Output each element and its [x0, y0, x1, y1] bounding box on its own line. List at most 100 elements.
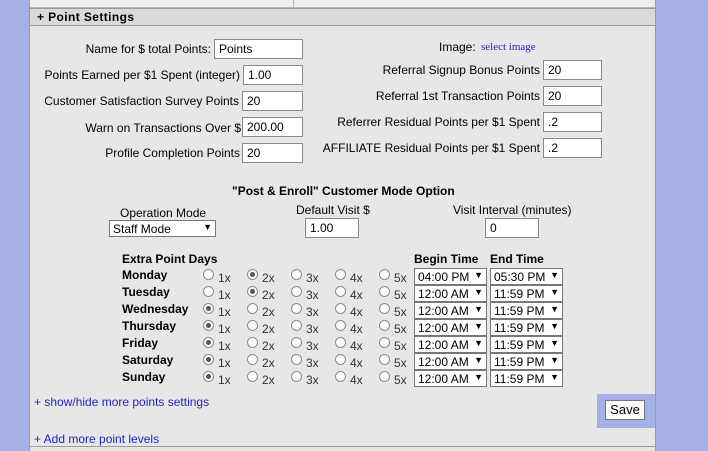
- end-time-value: 11:59 PM: [494, 287, 545, 301]
- affiliate-residual-input[interactable]: [543, 138, 602, 158]
- multiplier-radio[interactable]: [247, 354, 258, 365]
- multiplier-radio[interactable]: [379, 269, 390, 280]
- multiplier-label: 3x: [306, 288, 319, 302]
- default-visit-input[interactable]: [305, 218, 359, 238]
- multiplier-radio[interactable]: [291, 354, 302, 365]
- end-time-header: End Time: [490, 252, 544, 266]
- end-time-select[interactable]: 11:59 PM ▼: [490, 370, 563, 387]
- begin-time-select[interactable]: 12:00 AM ▼: [414, 370, 487, 387]
- end-time-select[interactable]: 11:59 PM ▼: [490, 302, 563, 319]
- day-label: Friday: [122, 336, 159, 350]
- begin-time-value: 12:00 AM: [418, 355, 469, 369]
- multiplier-label: 3x: [306, 373, 319, 387]
- begin-time-value: 12:00 AM: [418, 372, 469, 386]
- points-per-dollar-input[interactable]: [243, 65, 303, 85]
- begin-time-select[interactable]: 12:00 AM ▼: [414, 353, 487, 370]
- multiplier-radio[interactable]: [247, 337, 258, 348]
- multiplier-label: 2x: [262, 373, 275, 387]
- multiplier-radio[interactable]: [379, 286, 390, 297]
- multiplier-radio[interactable]: [247, 269, 258, 280]
- multiplier-label: 3x: [306, 322, 319, 336]
- dropdown-arrow-icon: ▼: [474, 355, 483, 365]
- begin-time-value: 04:00 PM: [418, 270, 470, 284]
- operation-mode-select[interactable]: Staff Mode ▼: [109, 220, 216, 237]
- multiplier-radio[interactable]: [291, 269, 302, 280]
- multiplier-radio[interactable]: [335, 286, 346, 297]
- multiplier-radio[interactable]: [247, 286, 258, 297]
- point-settings-panel: + Point Settings Name for $ total Points…: [29, 0, 656, 451]
- day-label: Sunday: [122, 370, 166, 384]
- dropdown-arrow-icon: ▼: [550, 287, 559, 297]
- referral-signup-input[interactable]: [543, 60, 602, 80]
- begin-time-select[interactable]: 12:00 AM ▼: [414, 336, 487, 353]
- multiplier-radio[interactable]: [379, 320, 390, 331]
- begin-time-value: 12:00 AM: [418, 304, 469, 318]
- multiplier-label: 1x: [218, 271, 231, 285]
- multiplier-radio[interactable]: [335, 303, 346, 314]
- end-time-select[interactable]: 05:30 PM ▼: [490, 268, 563, 285]
- multiplier-label: 3x: [306, 271, 319, 285]
- multiplier-label: 5x: [394, 288, 407, 302]
- multiplier-radio[interactable]: [203, 371, 214, 382]
- survey-points-input[interactable]: [242, 91, 303, 111]
- multiplier-radio[interactable]: [291, 371, 302, 382]
- multiplier-radio[interactable]: [203, 286, 214, 297]
- referral-first-transaction-input[interactable]: [543, 86, 602, 106]
- multiplier-radio[interactable]: [291, 303, 302, 314]
- multiplier-radio[interactable]: [247, 303, 258, 314]
- begin-time-select[interactable]: 12:00 AM ▼: [414, 302, 487, 319]
- show-hide-settings-link[interactable]: + show/hide more points settings: [34, 395, 209, 409]
- end-time-select[interactable]: 11:59 PM ▼: [490, 285, 563, 302]
- visit-interval-input[interactable]: [485, 218, 539, 238]
- multiplier-radio[interactable]: [247, 371, 258, 382]
- multiplier-label: 3x: [306, 339, 319, 353]
- multiplier-label: 4x: [350, 339, 363, 353]
- dropdown-arrow-icon: ▼: [550, 304, 559, 314]
- end-time-select[interactable]: 11:59 PM ▼: [490, 336, 563, 353]
- begin-time-value: 12:00 AM: [418, 287, 469, 301]
- begin-time-select[interactable]: 12:00 AM ▼: [414, 285, 487, 302]
- multiplier-radio[interactable]: [203, 354, 214, 365]
- end-time-select[interactable]: 11:59 PM ▼: [490, 319, 563, 336]
- day-label: Thursday: [122, 319, 177, 333]
- multiplier-radio[interactable]: [247, 320, 258, 331]
- operation-mode-value: Staff Mode: [113, 222, 171, 236]
- multiplier-radio[interactable]: [379, 337, 390, 348]
- begin-time-select[interactable]: 04:00 PM ▼: [414, 268, 487, 285]
- multiplier-radio[interactable]: [203, 269, 214, 280]
- multiplier-radio[interactable]: [291, 286, 302, 297]
- dropdown-arrow-icon: ▼: [550, 321, 559, 331]
- begin-time-select[interactable]: 12:00 AM ▼: [414, 319, 487, 336]
- day-label: Monday: [122, 268, 168, 282]
- multiplier-label: 1x: [218, 356, 231, 370]
- dropdown-arrow-icon: ▼: [550, 270, 559, 280]
- multiplier-radio[interactable]: [335, 337, 346, 348]
- name-total-points-input[interactable]: [214, 39, 303, 59]
- end-time-value: 11:59 PM: [494, 372, 545, 386]
- multiplier-radio[interactable]: [203, 303, 214, 314]
- profile-completion-label: Profile Completion Points: [105, 146, 240, 160]
- dropdown-arrow-icon: ▼: [474, 321, 483, 331]
- multiplier-radio[interactable]: [335, 320, 346, 331]
- multiplier-radio[interactable]: [203, 320, 214, 331]
- multiplier-radio[interactable]: [379, 354, 390, 365]
- select-image-link[interactable]: select image: [481, 41, 536, 53]
- multiplier-radio[interactable]: [335, 371, 346, 382]
- multiplier-radio[interactable]: [335, 269, 346, 280]
- dropdown-arrow-icon: ▼: [550, 338, 559, 348]
- multiplier-radio[interactable]: [379, 303, 390, 314]
- multiplier-radio[interactable]: [203, 337, 214, 348]
- save-button[interactable]: Save: [605, 400, 645, 420]
- extra-point-days-header: Extra Point Days: [122, 252, 218, 266]
- section-header[interactable]: + Point Settings: [30, 8, 655, 26]
- multiplier-label: 1x: [218, 322, 231, 336]
- dropdown-arrow-icon: ▼: [474, 304, 483, 314]
- referrer-residual-input[interactable]: [543, 112, 602, 132]
- multiplier-radio[interactable]: [379, 371, 390, 382]
- referral-signup-label: Referral Signup Bonus Points: [382, 63, 540, 77]
- add-point-levels-link[interactable]: + Add more point levels: [34, 432, 159, 446]
- multiplier-radio[interactable]: [291, 320, 302, 331]
- multiplier-radio[interactable]: [291, 337, 302, 348]
- multiplier-radio[interactable]: [335, 354, 346, 365]
- end-time-select[interactable]: 11:59 PM ▼: [490, 353, 563, 370]
